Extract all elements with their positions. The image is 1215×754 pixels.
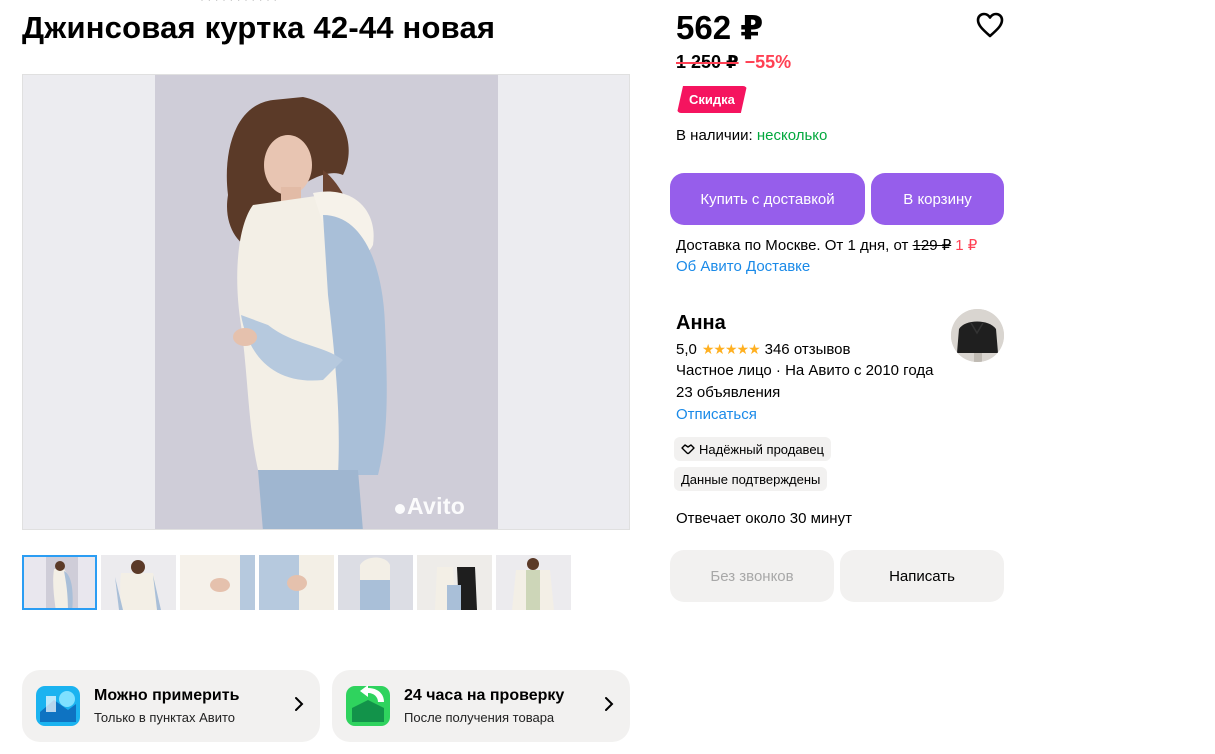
- avito-watermark: Avito: [395, 493, 465, 520]
- promo-try-on[interactable]: Можно примерить Только в пунктах Авито: [22, 670, 320, 742]
- return-box-icon: [346, 685, 390, 726]
- stock-label: В наличии:: [676, 127, 753, 144]
- promo-title: Можно примерить: [94, 687, 240, 704]
- reliable-seller-badge[interactable]: Надёжный продавец: [674, 437, 831, 461]
- listing-title: Джинсовая куртка 42-44 новая: [22, 10, 496, 45]
- sale-badge: Скидка: [677, 86, 747, 113]
- delivery-text: Доставка по Москве. От 1 дня, от: [676, 237, 909, 254]
- discount-percent: −55%: [744, 52, 792, 72]
- promo-title: 24 часа на проверку: [404, 687, 565, 704]
- rating-value: 5,0: [676, 341, 697, 358]
- write-message-button[interactable]: Написать: [840, 550, 1004, 602]
- try-on-icon: [36, 686, 80, 726]
- current-price: 562 ₽: [676, 9, 764, 46]
- favorite-heart-icon[interactable]: [976, 12, 1004, 38]
- promo-try-on-text: Можно примерить Только в пунктах Авито: [94, 687, 239, 725]
- reviews-count: 346 отзывов: [764, 341, 851, 358]
- unsubscribe-link[interactable]: Отписаться: [676, 406, 757, 423]
- thumbnail-7[interactable]: [496, 555, 571, 610]
- model-photo: [226, 97, 387, 529]
- promo-subtitle: Только в пунктах Авито: [94, 710, 236, 725]
- add-to-cart-button[interactable]: В корзину: [871, 173, 1004, 225]
- promo-check-text: 24 часа на проверку После получения това…: [404, 687, 564, 725]
- chevron-right-icon: [295, 697, 304, 711]
- buy-with-delivery-button[interactable]: Купить с доставкой: [670, 173, 865, 225]
- thumbnail-2[interactable]: [101, 555, 176, 610]
- avito-delivery-link[interactable]: Об Авито Доставке: [676, 258, 810, 275]
- delivery-old-price: 129 ₽: [912, 237, 952, 254]
- handshake-icon: [681, 444, 695, 455]
- main-photo[interactable]: Avito: [22, 74, 630, 530]
- delivery-new-price: 1 ₽: [955, 237, 978, 254]
- seller-type-since: Частное лицо · На Авито с 2010 года: [676, 362, 934, 379]
- response-time: Отвечает около 30 минут: [676, 510, 852, 527]
- reliable-seller-label: Надёжный продавец: [699, 441, 824, 457]
- thumbnail-6[interactable]: [417, 555, 492, 610]
- chevron-right-icon: [605, 697, 614, 711]
- promo-subtitle: После получения товара: [404, 710, 555, 725]
- thumbnail-strip: [22, 555, 571, 610]
- stock-value: несколько: [756, 127, 828, 144]
- old-price: 1 250 ₽: [676, 52, 739, 72]
- breadcrumb[interactable]: · · · · · · · · · · ·: [200, 0, 277, 6]
- verified-data-badge[interactable]: Данные подтверждены: [674, 467, 828, 491]
- promo-check-24h[interactable]: 24 часа на проверку После получения това…: [332, 670, 630, 742]
- stock-status: В наличии: несколько: [676, 127, 827, 144]
- thumbnail-3[interactable]: [180, 555, 255, 610]
- no-calls-button: Без звонков: [670, 550, 834, 602]
- delivery-info: Доставка по Москве. От 1 дня, от 129 ₽1 …: [676, 236, 977, 254]
- thumbnail-4[interactable]: [259, 555, 334, 610]
- thumbnail-1[interactable]: [22, 555, 97, 610]
- seller-rating[interactable]: 5,0 ★★★★★ 346 отзывов: [676, 341, 850, 358]
- old-price-row: 1 250 ₽ −55%: [676, 52, 791, 73]
- seller-name[interactable]: Анна: [676, 312, 726, 335]
- seller-listings-count[interactable]: 23 объявления: [676, 384, 780, 401]
- seller-avatar[interactable]: [951, 309, 1004, 362]
- thumbnail-5[interactable]: [338, 555, 413, 610]
- rating-stars-icon: ★★★★★: [701, 341, 761, 357]
- watermark-logo-icon: [395, 504, 405, 514]
